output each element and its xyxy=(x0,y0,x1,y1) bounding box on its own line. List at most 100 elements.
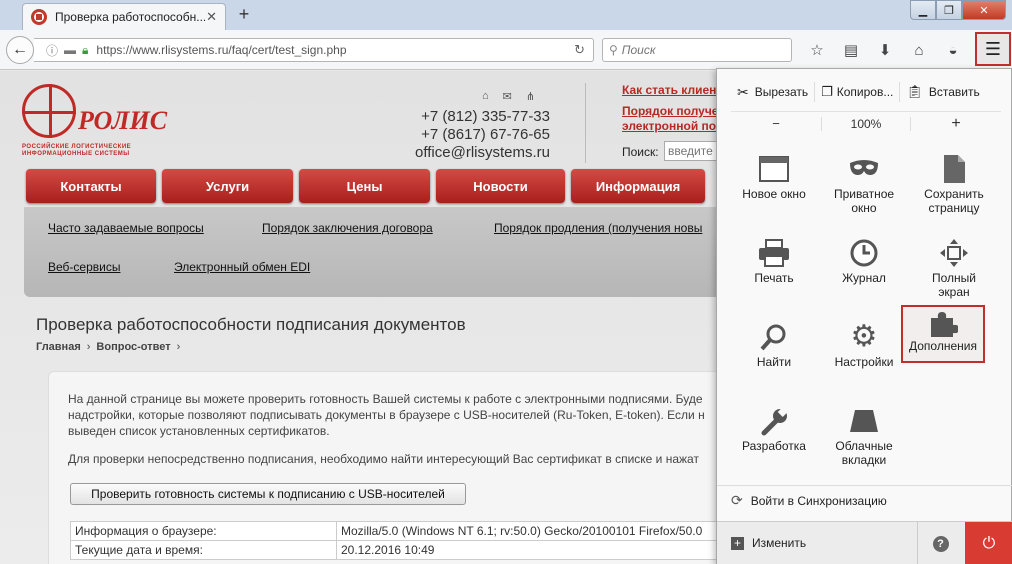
nav-information[interactable]: Информация xyxy=(571,169,705,203)
pocket-icon[interactable]: ◒ xyxy=(936,38,970,62)
mail-icon[interactable]: ✉ xyxy=(503,90,512,103)
menu-footer: + Изменить ? ⏻ xyxy=(717,521,1012,564)
sitemap-icon[interactable]: ⋔ xyxy=(526,90,535,103)
link-order-line1[interactable]: Порядок получе xyxy=(622,104,718,119)
crumb-faq[interactable]: Вопрос-ответ xyxy=(96,341,170,353)
options-button[interactable]: ⚙ Настройки xyxy=(819,315,909,395)
home-icon[interactable]: ⌂ xyxy=(902,38,936,62)
identity-icon[interactable]: ▬ xyxy=(64,43,76,57)
fullscreen-label-1: Полный xyxy=(932,271,976,285)
site-search-input[interactable] xyxy=(664,141,724,161)
sync-signin-button[interactable]: ⟳ Войти в Синхронизацию xyxy=(717,485,1012,515)
zoom-controls: − 100% + xyxy=(731,111,1001,135)
edit-controls: ✂ Вырезать ❐ Копиров... 📋︎ Вставить xyxy=(717,79,1012,105)
info-icon[interactable]: ⓘ xyxy=(46,42,58,59)
save-page-button[interactable]: Сохранить страницу xyxy=(909,147,999,227)
synced-tabs-icon xyxy=(819,403,909,439)
page-icon xyxy=(909,151,999,187)
fullscreen-button[interactable]: Полный экран xyxy=(909,231,999,311)
paste-label: Вставить xyxy=(928,85,980,99)
bookmark-star-icon[interactable]: ☆ xyxy=(800,38,834,62)
subnav-edi[interactable]: Электронный обмен EDI xyxy=(174,260,310,274)
home-icon[interactable]: ⌂ xyxy=(482,90,489,103)
nav-news[interactable]: Новости xyxy=(436,169,565,203)
downloads-icon[interactable]: ⬇ xyxy=(868,38,902,62)
scissors-icon: ✂ xyxy=(737,83,749,100)
minimize-button[interactable]: ▁ xyxy=(910,0,936,20)
reload-icon[interactable]: ↻ xyxy=(574,42,585,58)
url-bar[interactable]: ⓘ ▬ 🔒︎ https://www.rlisystems.ru/faq/cer… xyxy=(34,38,594,62)
lock-icon[interactable]: 🔒︎ xyxy=(82,43,88,58)
subnav-renewal[interactable]: Порядок продления (получения новы xyxy=(494,221,702,235)
zoom-in-button[interactable]: + xyxy=(911,115,1001,133)
private-window-label-2: окно xyxy=(851,201,877,215)
toolbar-icons: ☆ ▤ ⬇ ⌂ ◒ xyxy=(800,38,970,62)
title-bar: Проверка работоспособн... ✕ + ▁ ❐ ✕ xyxy=(0,0,1012,30)
crumb-separator: › xyxy=(176,341,181,353)
tab-close-icon[interactable]: ✕ xyxy=(206,9,217,25)
zoom-reset-button[interactable]: 100% xyxy=(821,116,911,131)
intro-line-2: надстройки, которые позволяют подписыват… xyxy=(68,408,705,422)
copy-button[interactable]: ❐ Копиров... xyxy=(821,84,893,100)
clock-icon xyxy=(819,235,909,271)
new-window-button[interactable]: Новое окно xyxy=(729,147,819,227)
quit-button[interactable]: ⏻ xyxy=(965,522,1012,564)
puzzle-icon xyxy=(903,309,983,339)
close-window-button[interactable]: ✕ xyxy=(962,0,1006,20)
bookmarks-list-icon[interactable]: ▤ xyxy=(834,38,868,62)
table-row: Текущие дата и время: 20.12.2016 10:49 xyxy=(70,540,720,560)
nav-contacts[interactable]: Контакты xyxy=(26,169,156,203)
nav-services[interactable]: Услуги xyxy=(162,169,293,203)
browser-search-input[interactable] xyxy=(621,43,782,57)
crumb-home[interactable]: Главная xyxy=(36,341,81,353)
window-controls: ▁ ❐ ✕ xyxy=(910,0,1006,20)
firefox-menu-panel: ✂ Вырезать ❐ Копиров... 📋︎ Вставить − 10… xyxy=(716,68,1012,564)
history-button[interactable]: Журнал xyxy=(819,231,909,311)
browser-tab[interactable]: Проверка работоспособн... ✕ xyxy=(22,3,226,30)
synced-tabs-button[interactable]: Облачные вкладки xyxy=(819,399,909,479)
back-button[interactable]: ← xyxy=(6,36,34,64)
print-button[interactable]: Печать xyxy=(729,231,819,311)
url-text[interactable]: https://www.rlisystems.ru/faq/cert/test_… xyxy=(96,43,574,57)
zoom-out-button[interactable]: − xyxy=(731,116,821,131)
phone-1: +7 (812) 335-77-33 xyxy=(421,108,550,125)
subnav-faq[interactable]: Часто задаваемые вопросы xyxy=(48,221,204,235)
subnav-contract[interactable]: Порядок заключения договора xyxy=(262,221,433,235)
help-button[interactable]: ? xyxy=(917,522,963,564)
site-favicon-icon xyxy=(31,9,47,25)
private-window-label-1: Приватное xyxy=(833,187,895,201)
check-readiness-button[interactable]: Проверить готовность системы к подписани… xyxy=(70,483,466,505)
link-order-line2[interactable]: электронной по xyxy=(622,119,718,134)
addons-button[interactable]: Дополнения xyxy=(901,305,985,363)
crumb-separator: › xyxy=(86,341,91,353)
private-window-button[interactable]: Приватное окно xyxy=(819,147,909,227)
find-button[interactable]: Найти xyxy=(729,315,819,395)
divider xyxy=(585,83,586,163)
email[interactable]: office@rlisystems.ru xyxy=(400,144,550,162)
browser-search-bar[interactable]: ⚲ xyxy=(602,38,792,62)
cut-label: Вырезать xyxy=(754,85,809,99)
cut-button[interactable]: ✂ Вырезать xyxy=(737,84,808,101)
breadcrumb: Главная › Вопрос-ответ › xyxy=(36,341,186,353)
link-become-client[interactable]: Как стать клиен xyxy=(622,83,718,98)
maximize-button[interactable]: ❐ xyxy=(936,0,962,20)
intro-paragraph: На данной странице вы можете проверить г… xyxy=(68,391,728,439)
help-icon: ? xyxy=(932,536,949,552)
paste-button[interactable]: 📋︎ Вставить xyxy=(906,84,979,100)
developer-label: Разработка xyxy=(742,439,806,453)
subnav-web-services[interactable]: Веб-сервисы xyxy=(48,260,120,274)
copy-icon: ❐ xyxy=(821,84,833,99)
table-cell: Информация о браузере: xyxy=(70,521,337,541)
site-logo[interactable]: РОЛИС РОССИЙСКИЕ ЛОГИСТИЧЕСКИЕ ИНФОРМАЦИ… xyxy=(22,84,172,158)
table-cell: Текущие дата и время: xyxy=(70,540,337,560)
printer-icon xyxy=(729,235,819,271)
open-menu-button[interactable]: ☰ xyxy=(975,32,1011,66)
new-tab-button[interactable]: + xyxy=(234,4,254,25)
developer-button[interactable]: Разработка xyxy=(729,399,819,479)
sync-icon: ⟳ xyxy=(731,492,743,508)
nav-prices[interactable]: Цены xyxy=(299,169,430,203)
customize-button[interactable]: + Изменить xyxy=(731,536,806,550)
page-title: Проверка работоспособности подписания до… xyxy=(36,315,466,334)
save-page-label-1: Сохранить xyxy=(924,187,984,201)
synced-tabs-label-1: Облачные xyxy=(835,439,893,453)
